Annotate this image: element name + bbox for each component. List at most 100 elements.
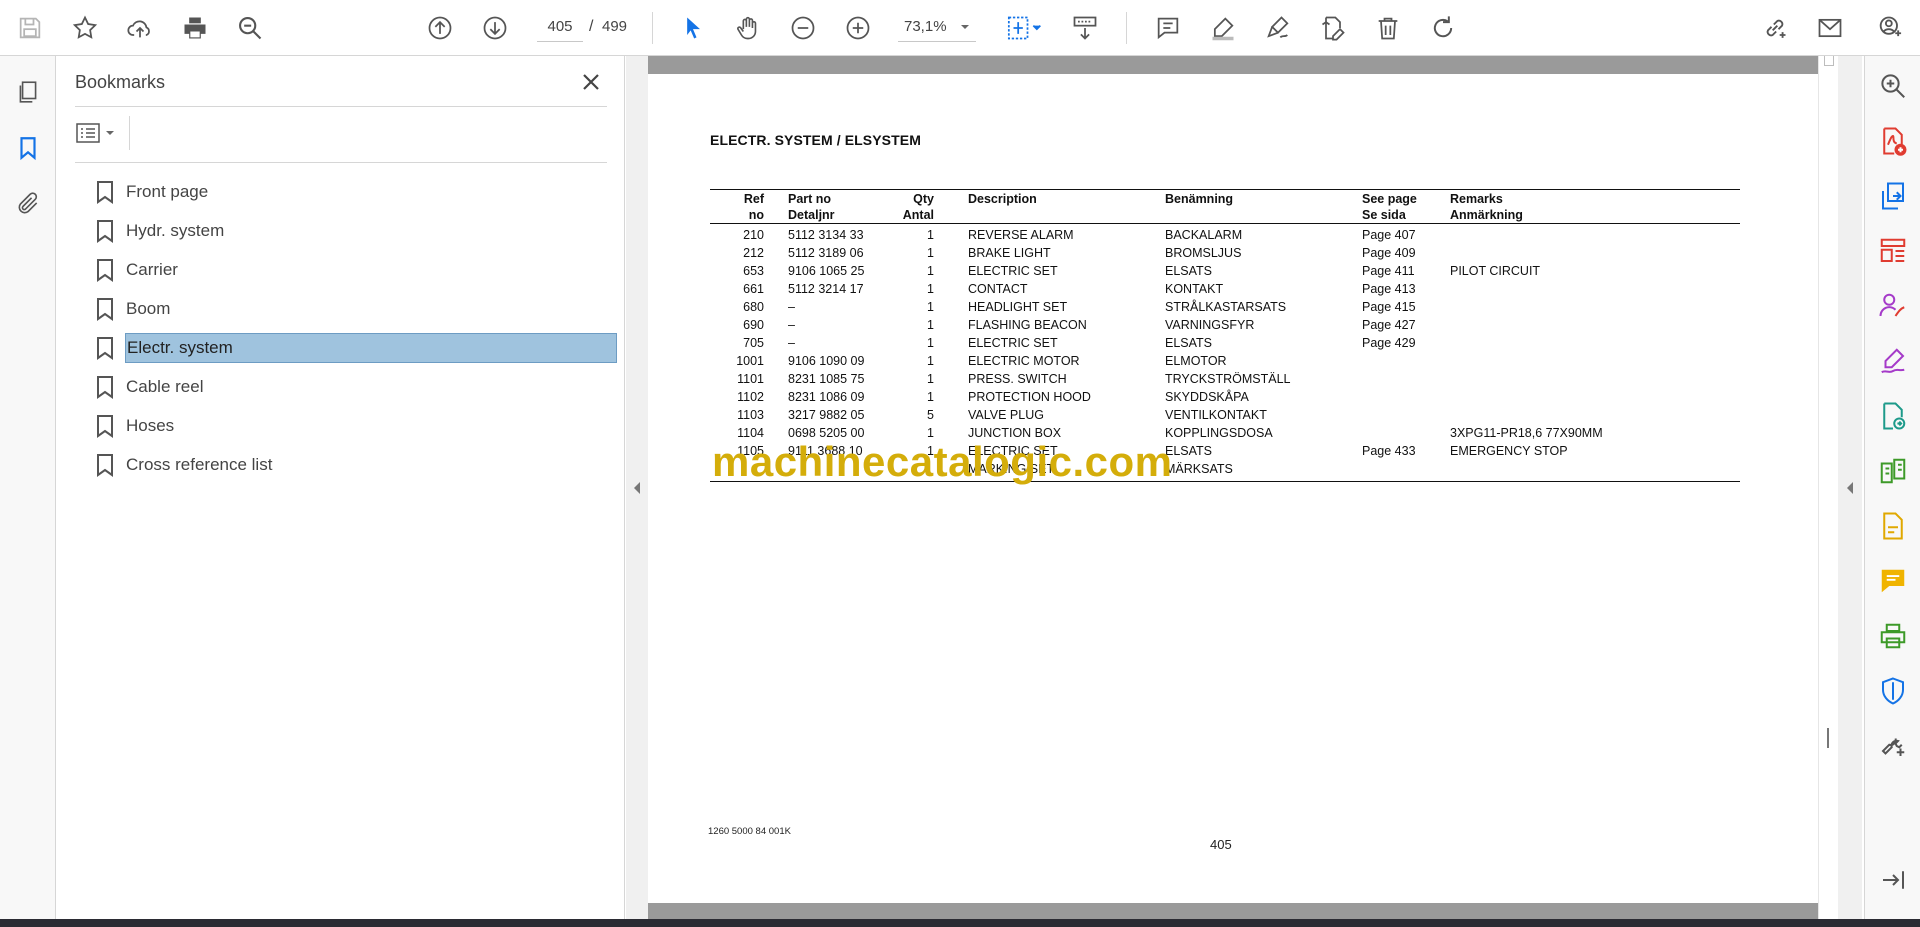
table-row: 690 – 1 FLASHING BEACON VARNINGSFYR Page 427 [710, 316, 1740, 334]
scroll-position-marker [1827, 728, 1829, 748]
page-separator: / [589, 18, 594, 35]
collapse-panel-icon[interactable] [1877, 864, 1909, 896]
table-cell-ben: MÄRKSATS [1165, 462, 1233, 476]
fit-page-icon[interactable] [1000, 10, 1048, 46]
page-total: 499 [602, 18, 628, 35]
account-icon[interactable] [1872, 10, 1908, 46]
scrollbar-thumb[interactable] [1824, 56, 1834, 66]
cloud-upload-icon[interactable] [122, 10, 158, 46]
page-number-input[interactable] [537, 12, 583, 42]
page-down-icon[interactable] [477, 10, 513, 46]
bookmark-item-cross-reference-list[interactable]: Cross reference list [95, 445, 619, 484]
page-up-icon[interactable] [422, 10, 458, 46]
bookmark-item-hoses[interactable]: Hoses [95, 406, 619, 445]
more-tools-icon[interactable] [1877, 730, 1909, 762]
table-cell-qty: 1 [927, 228, 934, 242]
table-cell-see: Page 429 [1362, 336, 1416, 350]
toolbar-divider [652, 12, 653, 44]
compare-icon[interactable] [1877, 455, 1909, 487]
bookmark-icon [97, 453, 113, 477]
bookmark-icon [97, 375, 113, 399]
bookmark-list: Front page Hydr. system Carrier Boom Ele… [95, 172, 619, 484]
email-icon[interactable] [1812, 10, 1848, 46]
search-tool-icon[interactable] [1877, 70, 1909, 102]
hand-icon[interactable] [730, 10, 766, 46]
page-edge-bottom [648, 903, 1818, 919]
table-cell-ben: VARNINGSFYR [1165, 318, 1255, 332]
bookmarks-panel: Bookmarks Front page Hydr. system Carrie… [57, 56, 625, 919]
scroll-mode-icon[interactable] [1067, 10, 1103, 46]
table-cell-ref: 705 [743, 336, 764, 350]
sign-icon[interactable] [1260, 10, 1296, 46]
bookmark-item-cable-reel[interactable]: Cable reel [95, 367, 619, 406]
top-toolbar: / 499 73,1% [0, 0, 1920, 56]
panel-divider [129, 116, 130, 150]
organize-pages-icon[interactable] [1877, 235, 1909, 267]
attachment-icon[interactable] [12, 188, 44, 220]
bookmark-item-electr-system[interactable]: Electr. system [95, 328, 619, 367]
table-cell-rem [1450, 352, 1740, 370]
bookmark-options-button[interactable] [75, 118, 121, 148]
bookmark-icon [97, 258, 113, 282]
bookmark-item-boom[interactable]: Boom [95, 289, 619, 328]
table-cell-rem [1450, 244, 1740, 262]
bookmark-label: Electr. system [125, 332, 617, 363]
bookmark-label: Boom [126, 298, 171, 318]
table-cell-part: 8231 1086 09 [788, 390, 865, 404]
table-cell-part: 9106 1090 09 [788, 354, 865, 368]
table-cell-ben: VENTILKONTAKT [1165, 408, 1267, 422]
table-cell-see: Page 433 [1362, 444, 1416, 458]
table-row: 1101 8231 1085 75 1 PRESS. SWITCH TRYCKSTRÖM… [710, 370, 1740, 388]
table-cell-part: 3217 9882 05 [788, 408, 865, 422]
bookmark-icon [97, 297, 113, 321]
pages-icon[interactable] [12, 76, 44, 108]
column-header-qty: Qty Antal [890, 189, 968, 224]
table-cell-qty: 1 [927, 246, 934, 260]
table-row: 1001 9106 1090 09 1 ELECTRIC MOTOR ELMOTOR [710, 352, 1740, 370]
collapse-right-panel-icon[interactable] [1844, 480, 1856, 496]
close-icon[interactable] [577, 68, 605, 96]
fill-sign-icon[interactable] [1877, 345, 1909, 377]
bookmark-icon[interactable] [12, 132, 44, 164]
send-track-icon[interactable] [1877, 400, 1909, 432]
table-cell-ben: ELMOTOR [1165, 354, 1227, 368]
zoom-out-icon[interactable] [785, 10, 821, 46]
collapse-left-panel-icon[interactable] [631, 480, 643, 496]
bookmark-icon [97, 180, 113, 204]
column-header-description: Description [968, 189, 1165, 224]
protect-icon[interactable] [1877, 675, 1909, 707]
edit-pdf-icon[interactable] [1315, 10, 1351, 46]
bookmark-item-hydr-system[interactable]: Hydr. system [95, 211, 619, 250]
select-cursor-icon[interactable] [675, 10, 711, 46]
page-edge-top [648, 56, 1818, 74]
comment-tool-icon[interactable] [1877, 565, 1909, 597]
table-row: 1102 8231 1086 09 1 PROTECTION HOOD SKYDDSKÅ… [710, 388, 1740, 406]
vertical-scrollbar[interactable] [1818, 56, 1838, 919]
highlight-icon[interactable] [1205, 10, 1241, 46]
request-signature-icon[interactable] [1877, 290, 1909, 322]
table-cell-see: Page 415 [1362, 300, 1416, 314]
bookmark-item-front-page[interactable]: Front page [95, 172, 619, 211]
zoom-level-value: 73,1% [904, 18, 947, 35]
bookmark-item-carrier[interactable]: Carrier [95, 250, 619, 289]
comment-icon[interactable] [1150, 10, 1186, 46]
create-pdf-icon[interactable] [1877, 125, 1909, 157]
export-pdf-icon[interactable] [1877, 180, 1909, 212]
share-link-icon[interactable] [1757, 10, 1793, 46]
delete-icon[interactable] [1370, 10, 1406, 46]
scan-icon[interactable] [1877, 510, 1909, 542]
print-icon[interactable] [177, 10, 213, 46]
save-icon[interactable] [12, 10, 48, 46]
column-header-ref: Ref no [710, 189, 788, 224]
column-header-part: Part no Detaljnr [788, 189, 890, 224]
zoom-in-icon[interactable] [840, 10, 876, 46]
star-icon[interactable] [67, 10, 103, 46]
table-cell-desc: ELECTRIC MOTOR [968, 354, 1080, 368]
table-cell-desc: PRESS. SWITCH [968, 372, 1067, 386]
print-production-icon[interactable] [1877, 620, 1909, 652]
zoom-level-select[interactable]: 73,1% [898, 12, 976, 42]
table-cell-see [1362, 388, 1450, 406]
search-zoom-icon[interactable] [232, 10, 268, 46]
rotate-icon[interactable] [1425, 10, 1461, 46]
table-cell-rem [1450, 224, 1740, 245]
